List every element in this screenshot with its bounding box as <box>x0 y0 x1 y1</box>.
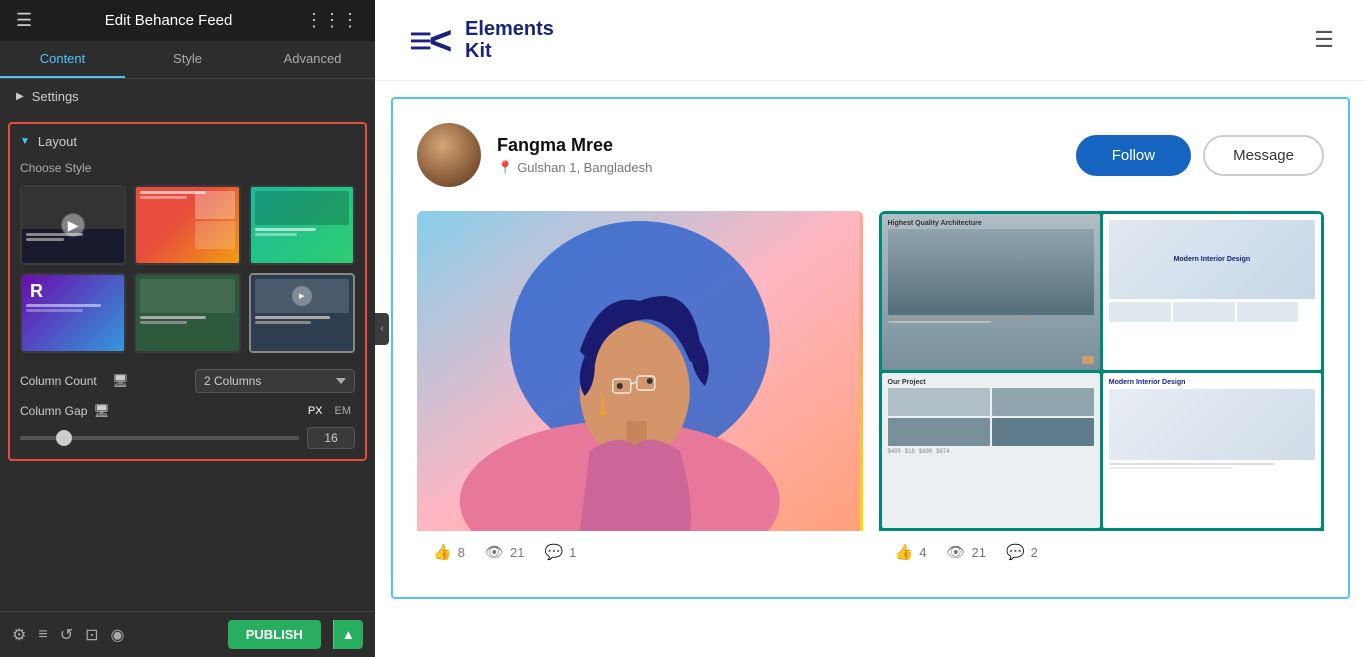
message-button[interactable]: Message <box>1203 135 1324 176</box>
style-card-3[interactable] <box>249 185 355 265</box>
profile-header: Fangma Mree 📍 Gulshan 1, Bangladesh Foll… <box>417 123 1324 187</box>
style-card-1[interactable]: ▶ <box>20 185 126 265</box>
sub-image-4: Modern Interior Design <box>1103 373 1321 529</box>
view-icon: 👁 <box>485 543 504 561</box>
logo-text: Elements Kit <box>465 18 554 62</box>
behance-feed-section: Fangma Mree 📍 Gulshan 1, Bangladesh Foll… <box>391 97 1350 599</box>
responsive-icon[interactable]: ⊡ <box>85 625 98 645</box>
layout-section-header: ▼ Layout <box>20 134 355 149</box>
slider-track[interactable] <box>20 436 299 440</box>
px-btn[interactable]: PX <box>304 404 327 418</box>
column-gap-row: Column Gap 🖥 PX EM <box>20 403 355 419</box>
panel-content: ▶ Settings ▼ Layout Choose Style <box>0 79 375 611</box>
card-image-1 <box>417 211 863 531</box>
profile-location: 📍 Gulshan 1, Bangladesh <box>497 160 1076 176</box>
card-stat-likes-1: 👍 8 <box>433 543 465 561</box>
avatar <box>417 123 481 187</box>
card-stat-comments-1: 💬 1 <box>544 543 576 561</box>
like-icon-2: 👍 <box>895 543 914 561</box>
settings-label: Settings <box>32 89 79 104</box>
location-pin-icon: 📍 <box>497 160 513 176</box>
panel-toggle[interactable]: ‹ <box>375 313 389 345</box>
sub-image-1: Highest Quality Architecture <box>882 214 1100 370</box>
choose-style-label: Choose Style <box>20 161 355 175</box>
comment-icon: 💬 <box>544 543 563 561</box>
hamburger-icon[interactable]: ☰ <box>16 10 32 31</box>
logo-icon: ≡ < <box>407 16 455 64</box>
card-stat-likes-2: 👍 4 <box>895 543 927 561</box>
layout-section: ▼ Layout Choose Style ▶ <box>8 122 367 461</box>
card-stat-comments-2: 💬 2 <box>1006 543 1038 561</box>
sub-image-2: Modern Interior Design <box>1103 214 1321 370</box>
column-count-select[interactable]: 2 Columns 1 Column 3 Columns 4 Columns <box>195 369 355 393</box>
panel-bottom: ⚙ ≡ ↺ ⊡ ◉ PUBLISH ▲ <box>0 611 375 657</box>
settings-section[interactable]: ▶ Settings <box>0 79 375 114</box>
style-card-4[interactable]: R <box>20 273 126 353</box>
column-gap-label: Column Gap 🖥 <box>20 403 304 419</box>
logo-line1: Elements <box>465 18 554 40</box>
nav-hamburger-icon[interactable]: ☰ <box>1314 27 1334 53</box>
column-count-text: Column Count <box>20 374 97 388</box>
layout-arrow-icon: ▼ <box>20 136 30 147</box>
settings-arrow-icon: ▶ <box>16 91 24 102</box>
slider-value[interactable]: 16 <box>307 427 355 449</box>
tab-content[interactable]: Content <box>0 41 125 78</box>
layout-label: Layout <box>38 134 77 149</box>
panel-title: Edit Behance Feed <box>105 12 233 29</box>
tab-advanced[interactable]: Advanced <box>250 41 375 78</box>
column-count-row: Column Count 🖥 2 Columns 1 Column 3 Colu… <box>20 369 355 393</box>
slider-thumb[interactable] <box>56 430 72 446</box>
settings-icon[interactable]: ⚙ <box>12 625 26 645</box>
gap-monitor-icon: 🖥 <box>93 403 110 419</box>
style-grid: ▶ <box>20 185 355 353</box>
style-card-5[interactable] <box>134 273 240 353</box>
grid-icon[interactable]: ⋮⋮⋮ <box>305 10 359 31</box>
profile-actions: Follow Message <box>1076 135 1324 176</box>
publish-arrow-button[interactable]: ▲ <box>333 620 363 649</box>
feed-grid: 👍 8 👁 21 💬 1 <box>417 211 1324 573</box>
left-panel: ☰ Edit Behance Feed ⋮⋮⋮ Content Style Ad… <box>0 0 375 657</box>
logo-line2: Kit <box>465 40 554 62</box>
card-image-2: Highest Quality Architecture M <box>879 211 1325 531</box>
em-btn[interactable]: EM <box>331 404 356 418</box>
slider-row: 16 <box>20 427 355 449</box>
card-footer-2: 👍 4 👁 21 💬 2 <box>879 531 1325 573</box>
unit-buttons: PX EM <box>304 404 355 418</box>
style-card-2[interactable] <box>134 185 240 265</box>
panel-header: ☰ Edit Behance Feed ⋮⋮⋮ <box>0 0 375 41</box>
tab-style[interactable]: Style <box>125 41 250 78</box>
profile-name: Fangma Mree <box>497 135 1076 156</box>
svg-text:<: < <box>429 19 452 63</box>
column-count-label: Column Count 🖥 <box>20 373 195 389</box>
panel-tabs: Content Style Advanced <box>0 41 375 79</box>
style-card-6[interactable]: ▶ <box>249 273 355 353</box>
preview-icon[interactable]: ◉ <box>111 625 125 645</box>
card-stat-views-1: 👁 21 <box>485 543 525 561</box>
history-icon[interactable]: ↺ <box>60 625 73 645</box>
publish-button[interactable]: PUBLISH <box>228 620 321 649</box>
avatar-image <box>417 123 481 187</box>
sub-image-3: Our Project $495 $16 $899 $674 <box>882 373 1100 529</box>
follow-button[interactable]: Follow <box>1076 135 1191 176</box>
layers-icon[interactable]: ≡ <box>38 626 47 644</box>
profile-info: Fangma Mree 📍 Gulshan 1, Bangladesh <box>497 135 1076 176</box>
view-icon-2: 👁 <box>946 543 965 561</box>
feed-card-2: Highest Quality Architecture M <box>879 211 1325 573</box>
right-panel: ≡ < Elements Kit ☰ Fangma Mree 📍 Gulshan… <box>375 0 1366 657</box>
site-header: ≡ < Elements Kit ☰ <box>375 0 1366 81</box>
card-footer-1: 👍 8 👁 21 💬 1 <box>417 531 863 573</box>
feed-card-1: 👍 8 👁 21 💬 1 <box>417 211 863 573</box>
card-stat-views-2: 👁 21 <box>946 543 986 561</box>
comment-icon-2: 💬 <box>1006 543 1025 561</box>
like-icon: 👍 <box>433 543 452 561</box>
logo-area: ≡ < Elements Kit <box>407 16 554 64</box>
